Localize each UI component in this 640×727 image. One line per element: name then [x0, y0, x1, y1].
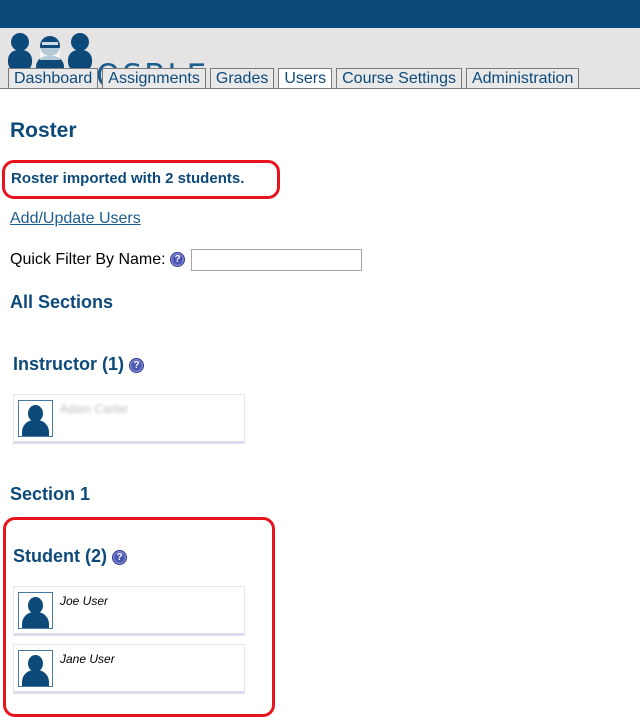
instructor-help-icon[interactable]: ?: [129, 357, 145, 373]
tab-assignments[interactable]: Assignments: [102, 68, 206, 88]
student-heading-row: Student (2) ?: [13, 546, 128, 567]
instructor-name: Adam Carter: [60, 402, 129, 416]
instructor-card[interactable]: Adam Carter: [13, 394, 245, 444]
student-help-icon[interactable]: ?: [112, 549, 128, 565]
quick-filter-input[interactable]: [191, 249, 362, 271]
student-heading: Student (2): [13, 546, 107, 566]
student-card[interactable]: Jane User: [13, 644, 245, 694]
quick-filter-label: Quick Filter By Name:: [10, 251, 166, 268]
help-icon[interactable]: ?: [170, 252, 186, 268]
tab-course-settings[interactable]: Course Settings: [336, 68, 462, 88]
student-name: Joe User: [60, 594, 109, 608]
add-update-users-link[interactable]: Add/Update Users: [10, 210, 141, 228]
avatar-icon: [18, 400, 53, 437]
all-sections-heading: All Sections: [10, 292, 114, 312]
tab-grades[interactable]: Grades: [209, 68, 275, 88]
tabs-divider: [0, 88, 640, 89]
instructor-heading: Instructor (1): [13, 354, 125, 374]
student-name: Jane User: [60, 652, 115, 666]
tab-administration[interactable]: Administration: [465, 68, 580, 88]
quick-filter-row: Quick Filter By Name: ?: [10, 251, 186, 269]
avatar-icon: [18, 650, 53, 687]
page-title: Roster: [10, 119, 77, 142]
import-notice: Roster imported with 2 students.: [11, 170, 245, 187]
tab-dashboard[interactable]: Dashboard: [8, 68, 99, 88]
top-banner: [0, 0, 640, 28]
instructor-heading-row: Instructor (1) ?: [13, 354, 145, 375]
student-card[interactable]: Joe User: [13, 586, 245, 636]
avatar-icon: [18, 592, 53, 629]
main-tabs: Dashboard Assignments Grades Users Cours…: [8, 68, 583, 89]
section-heading: Section 1: [10, 484, 91, 504]
tab-users[interactable]: Users: [278, 68, 333, 89]
